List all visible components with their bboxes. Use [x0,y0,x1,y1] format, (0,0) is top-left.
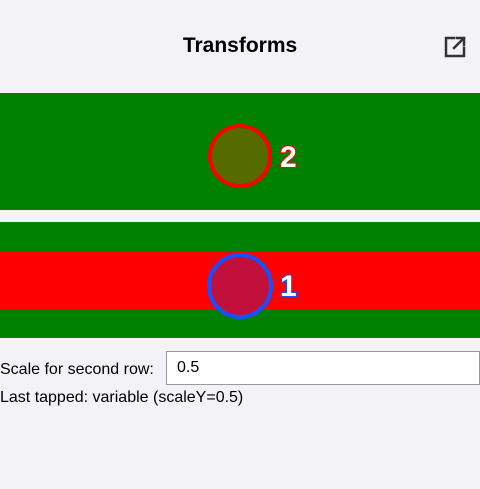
second-row-number: 1 [279,270,298,303]
first-row-number: 2 [279,141,298,174]
second-row-circle[interactable] [207,253,273,319]
last-tapped-status: Last tapped: variable (scaleY=0.5) [0,389,244,406]
navigation-bar: Transforms [0,0,480,84]
first-row-circle[interactable] [208,124,272,188]
page-title: Transforms [182,34,298,57]
first-row[interactable]: 2 [0,93,480,210]
scale-label: Scale for second row: [0,361,154,378]
external-link-icon[interactable] [440,32,470,62]
second-row[interactable]: 1 [0,222,480,338]
scale-input[interactable] [166,351,480,385]
